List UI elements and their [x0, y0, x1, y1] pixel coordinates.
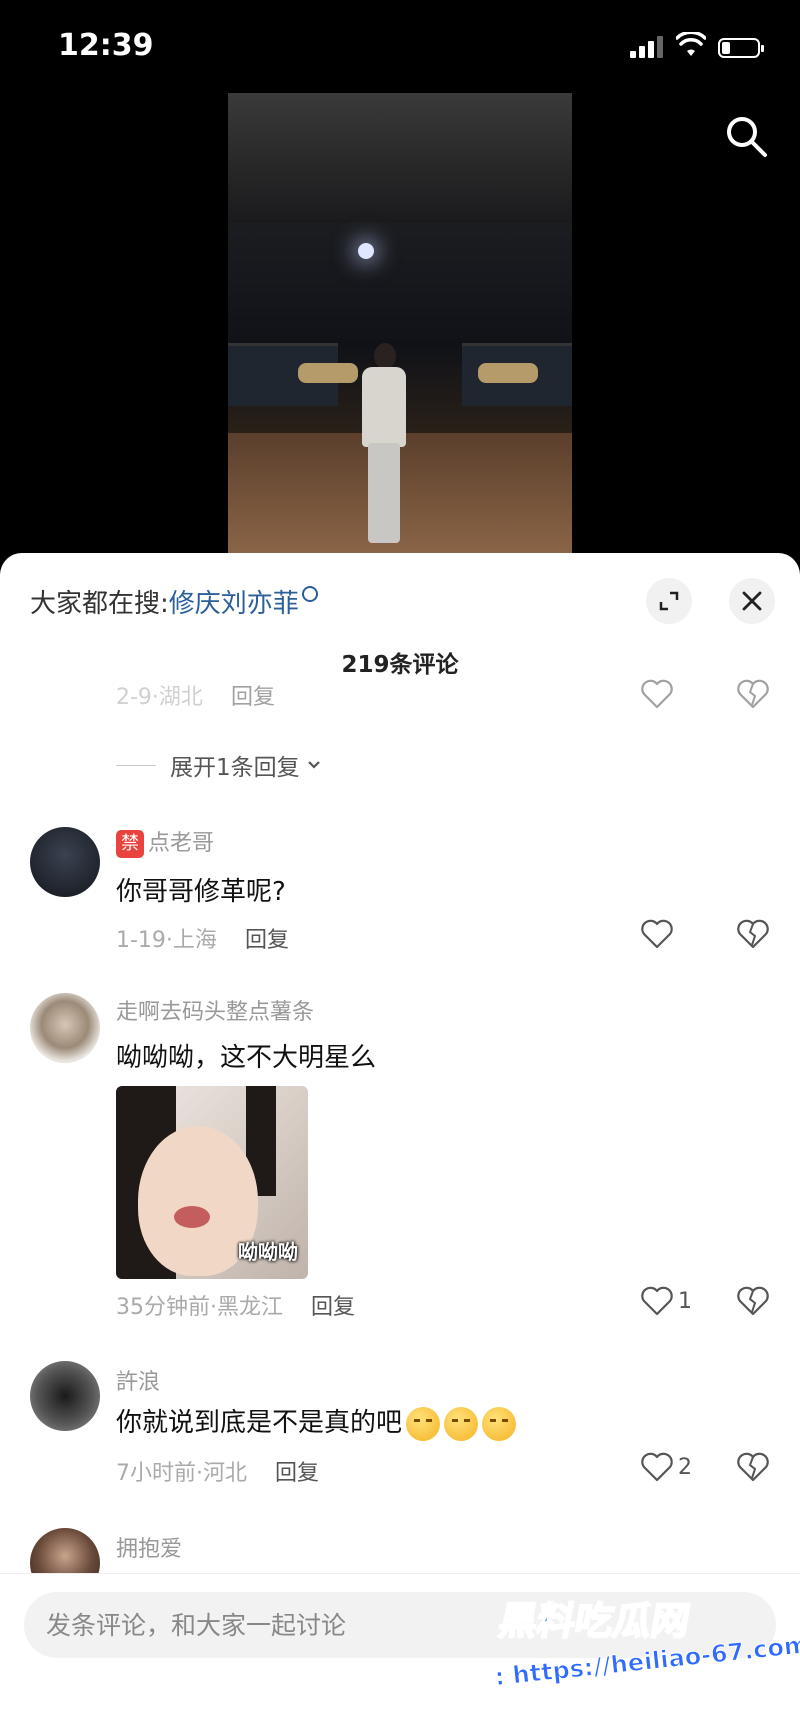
battery-icon: [718, 38, 764, 58]
expand-replies[interactable]: 展开1条回复: [116, 748, 324, 782]
signal-icon: [630, 36, 666, 58]
expand-icon: [659, 591, 679, 611]
watermark-title: 黑料吃瓜网: [495, 1598, 695, 1644]
status-time: 12:39: [58, 28, 154, 63]
smirk-emoji: [444, 1406, 479, 1441]
comment-sheet: 大家都在搜:修庆刘亦菲 219条评论 2-9·湖北 回复 展开1条回复 禁点老哥 …: [0, 553, 800, 1733]
close-icon: [742, 591, 762, 611]
like-count: 1: [678, 1288, 692, 1314]
smirk-emoji: [482, 1406, 517, 1441]
video-artifact: [478, 363, 538, 383]
username-text: 点老哥: [148, 831, 215, 856]
avatar[interactable]: [30, 993, 100, 1063]
expand-replies-label: 展开1条回复: [170, 755, 300, 781]
sticker-caption: 呦呦呦: [238, 1240, 298, 1264]
trending-prefix: 大家都在搜:: [30, 589, 169, 619]
comment-text-body: 你就说到底是不是真的吧: [116, 1408, 403, 1438]
avatar[interactable]: [30, 827, 100, 897]
reply-button[interactable]: 回复: [311, 1295, 355, 1320]
comment-sticker-image[interactable]: 呦呦呦: [116, 1086, 308, 1279]
banned-badge: 禁: [116, 830, 144, 858]
trending-search[interactable]: 大家都在搜:修庆刘亦菲: [30, 583, 318, 620]
mini-search-icon: [301, 586, 318, 602]
comment-meta: 7小时前·河北 回复: [116, 1455, 319, 1487]
like-button[interactable]: 2: [640, 1452, 692, 1482]
reply-button[interactable]: 回复: [231, 685, 275, 710]
expand-button[interactable]: [646, 578, 692, 624]
comment-text: 呦呦呦，这不大明星么: [116, 1043, 377, 1073]
video-artifact: [298, 363, 358, 383]
search-icon[interactable]: [722, 112, 770, 160]
status-bar: 12:39: [0, 0, 800, 100]
like-button[interactable]: 1: [640, 1286, 692, 1316]
trending-keyword[interactable]: 修庆刘亦菲: [169, 589, 299, 619]
broken-heart-icon[interactable]: [736, 1452, 770, 1482]
heart-icon[interactable]: [640, 679, 674, 709]
reply-button[interactable]: 回复: [245, 928, 289, 953]
broken-heart-icon[interactable]: [736, 1286, 770, 1316]
heart-icon: [641, 1452, 673, 1482]
comment-username[interactable]: 許浪: [116, 1364, 160, 1396]
smirk-emoji: [406, 1406, 441, 1441]
broken-heart-icon[interactable]: [736, 679, 770, 709]
comment-text: 你就说到底是不是真的吧: [116, 1402, 517, 1441]
close-button[interactable]: [729, 578, 775, 624]
video-person: [356, 343, 412, 543]
comment-username[interactable]: 禁点老哥: [116, 825, 214, 858]
broken-heart-icon[interactable]: [736, 919, 770, 949]
comment-text: 你哥哥修革呢?: [116, 877, 286, 907]
like-button[interactable]: [640, 919, 678, 949]
divider-line: [116, 764, 156, 766]
like-count: 2: [678, 1454, 692, 1480]
reply-button[interactable]: 回复: [275, 1461, 319, 1486]
heart-icon: [641, 1286, 673, 1316]
comment-count: 219条评论: [341, 652, 459, 678]
comment-meta: 1-19·上海 回复: [116, 922, 289, 954]
comment-username[interactable]: 拥抱爱: [116, 1531, 182, 1563]
comment-date-location: 35分钟前·黑龙江: [116, 1295, 283, 1320]
comment-meta: 35分钟前·黑龙江 回复: [116, 1289, 355, 1321]
heart-icon: [641, 919, 673, 949]
avatar[interactable]: [30, 1361, 100, 1431]
comment-date-location: 7小时前·河北: [116, 1461, 247, 1486]
comment-meta: 2-9·湖北 回复: [116, 679, 275, 711]
wifi-icon: [676, 32, 706, 56]
comment-username[interactable]: 走啊去码头整点薯条: [116, 994, 314, 1026]
video-light: [358, 243, 374, 259]
video-ceiling: [228, 93, 572, 223]
video-player[interactable]: [228, 93, 572, 553]
watermark: 黑料吃瓜网 看完整版: https://heiliao-67.com: [397, 1590, 800, 1730]
chevron-down-icon: [307, 761, 320, 769]
comment-date-location: 2-9·湖北: [116, 685, 203, 710]
comment-date-location: 1-19·上海: [116, 928, 217, 953]
